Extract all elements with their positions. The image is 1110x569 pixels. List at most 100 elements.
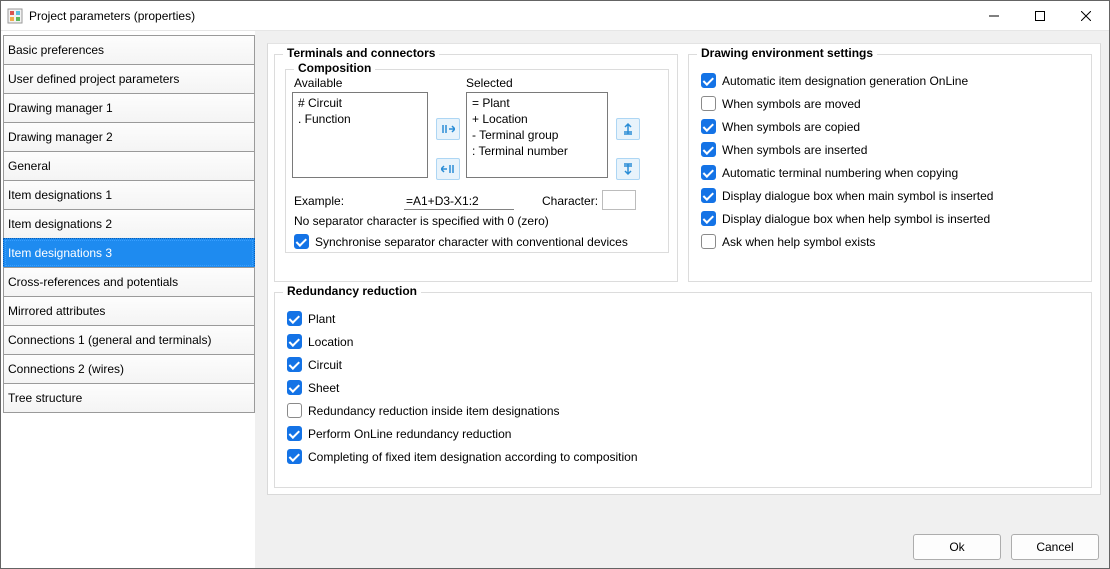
checkbox-label: When symbols are moved bbox=[722, 97, 861, 111]
checkbox-label: When symbols are inserted bbox=[722, 143, 867, 157]
checkbox-row[interactable]: Ask when help symbol exists bbox=[701, 230, 1081, 253]
checkbox[interactable] bbox=[701, 142, 716, 157]
sidebar-item[interactable]: Tree structure bbox=[3, 383, 255, 413]
sidebar-item-label: Mirrored attributes bbox=[8, 304, 105, 318]
cancel-button[interactable]: Cancel bbox=[1011, 534, 1099, 560]
example-input[interactable] bbox=[404, 192, 514, 210]
selected-listbox[interactable]: = Plant+ Location- Terminal group: Termi… bbox=[466, 92, 608, 178]
sidebar-item-label: Item designations 1 bbox=[8, 188, 112, 202]
sidebar-item[interactable]: User defined project parameters bbox=[3, 64, 255, 94]
checkbox-row[interactable]: Display dialogue box when help symbol is… bbox=[701, 207, 1081, 230]
checkbox[interactable] bbox=[287, 311, 302, 326]
checkbox[interactable] bbox=[287, 334, 302, 349]
group-terminals: Terminals and connectors Composition Ava… bbox=[274, 54, 678, 282]
sync-checkbox[interactable] bbox=[294, 234, 309, 249]
group-redundancy: Redundancy reduction PlantLocationCircui… bbox=[274, 292, 1092, 488]
checkbox[interactable] bbox=[701, 211, 716, 226]
window-title: Project parameters (properties) bbox=[29, 9, 971, 23]
sidebar-item[interactable]: Basic preferences bbox=[3, 35, 255, 65]
checkbox-row[interactable]: Location bbox=[287, 330, 1081, 353]
checkbox-row[interactable]: Redundancy reduction inside item designa… bbox=[287, 399, 1081, 422]
checkbox-row[interactable]: Plant bbox=[287, 307, 1081, 330]
sidebar-item[interactable]: Connections 2 (wires) bbox=[3, 354, 255, 384]
list-item[interactable]: + Location bbox=[469, 111, 605, 127]
main-panel: Terminals and connectors Composition Ava… bbox=[255, 31, 1109, 568]
sync-checkbox-row[interactable]: Synchronise separator character with con… bbox=[294, 230, 628, 253]
checkbox[interactable] bbox=[701, 188, 716, 203]
dialog-button-bar: Ok Cancel bbox=[913, 534, 1099, 560]
sidebar-nav: Basic preferences User defined project pa… bbox=[1, 31, 255, 568]
separator-note: No separator character is specified with… bbox=[294, 214, 549, 228]
sidebar-item-label: Drawing manager 1 bbox=[8, 101, 113, 115]
checkbox-row[interactable]: When symbols are copied bbox=[701, 115, 1081, 138]
sidebar-item[interactable]: Cross-references and potentials bbox=[3, 267, 255, 297]
move-up-button[interactable] bbox=[616, 118, 640, 140]
checkbox[interactable] bbox=[701, 119, 716, 134]
minimize-button[interactable] bbox=[971, 1, 1017, 30]
sidebar-item[interactable]: Connections 1 (general and terminals) bbox=[3, 325, 255, 355]
checkbox[interactable] bbox=[287, 426, 302, 441]
checkbox-row[interactable]: Display dialogue box when main symbol is… bbox=[701, 184, 1081, 207]
sidebar-item-label: Basic preferences bbox=[8, 43, 104, 57]
ok-button[interactable]: Ok bbox=[913, 534, 1001, 560]
group-composition: Composition Available Selected # Circuit… bbox=[285, 69, 669, 253]
sidebar-item-label: Connections 1 (general and terminals) bbox=[8, 333, 211, 347]
app-icon bbox=[7, 8, 23, 24]
sidebar-item-label: Cross-references and potentials bbox=[8, 275, 178, 289]
move-left-button[interactable] bbox=[436, 158, 460, 180]
checkbox[interactable] bbox=[701, 73, 716, 88]
checkbox[interactable] bbox=[701, 96, 716, 111]
sidebar-item[interactable]: Item designations 1 bbox=[3, 180, 255, 210]
checkbox[interactable] bbox=[701, 234, 716, 249]
checkbox-label: Completing of fixed item designation acc… bbox=[308, 450, 638, 464]
list-item[interactable]: . Function bbox=[295, 111, 425, 127]
sidebar-item[interactable]: Drawing manager 1 bbox=[3, 93, 255, 123]
sidebar-item[interactable]: Item designations 2 bbox=[3, 209, 255, 239]
checkbox[interactable] bbox=[287, 380, 302, 395]
checkbox-row[interactable]: Sheet bbox=[287, 376, 1081, 399]
checkbox-label: Perform OnLine redundancy reduction bbox=[308, 427, 511, 441]
checkbox-row[interactable]: Automatic terminal numbering when copyin… bbox=[701, 161, 1081, 184]
checkbox-label: Ask when help symbol exists bbox=[722, 235, 875, 249]
sidebar-item-label: User defined project parameters bbox=[8, 72, 179, 86]
checkbox-label: Display dialogue box when main symbol is… bbox=[722, 189, 993, 203]
checkbox-row[interactable]: Circuit bbox=[287, 353, 1081, 376]
available-label: Available bbox=[294, 76, 342, 90]
list-item[interactable]: # Circuit bbox=[295, 95, 425, 111]
maximize-button[interactable] bbox=[1017, 1, 1063, 30]
checkbox-label: Automatic item designation generation On… bbox=[722, 74, 968, 88]
checkbox[interactable] bbox=[287, 449, 302, 464]
sidebar-item-label: General bbox=[8, 159, 51, 173]
checkbox-label: Circuit bbox=[308, 358, 342, 372]
sidebar-item[interactable]: Item designations 3 bbox=[3, 238, 255, 268]
sidebar-item-label: Tree structure bbox=[8, 391, 82, 405]
checkbox[interactable] bbox=[287, 403, 302, 418]
checkbox-row[interactable]: When symbols are inserted bbox=[701, 138, 1081, 161]
sidebar-item-label: Item designations 2 bbox=[8, 217, 112, 231]
checkbox-row[interactable]: When symbols are moved bbox=[701, 92, 1081, 115]
close-button[interactable] bbox=[1063, 1, 1109, 30]
checkbox[interactable] bbox=[287, 357, 302, 372]
checkbox-label: When symbols are copied bbox=[722, 120, 860, 134]
sidebar-item-label: Drawing manager 2 bbox=[8, 130, 113, 144]
move-right-button[interactable] bbox=[436, 118, 460, 140]
move-down-button[interactable] bbox=[616, 158, 640, 180]
list-item[interactable]: : Terminal number bbox=[469, 143, 605, 159]
sidebar-item[interactable]: Mirrored attributes bbox=[3, 296, 255, 326]
group-title-drawing-env: Drawing environment settings bbox=[697, 46, 877, 60]
checkbox-label: Plant bbox=[308, 312, 335, 326]
checkbox[interactable] bbox=[701, 165, 716, 180]
character-input[interactable] bbox=[602, 190, 636, 210]
sidebar-item[interactable]: General bbox=[3, 151, 255, 181]
list-item[interactable]: = Plant bbox=[469, 95, 605, 111]
group-title-terminals: Terminals and connectors bbox=[283, 46, 439, 60]
checkbox-label: Display dialogue box when help symbol is… bbox=[722, 212, 990, 226]
sidebar-item[interactable]: Drawing manager 2 bbox=[3, 122, 255, 152]
list-item[interactable]: - Terminal group bbox=[469, 127, 605, 143]
checkbox-label: Redundancy reduction inside item designa… bbox=[308, 404, 560, 418]
selected-label: Selected bbox=[466, 76, 513, 90]
available-listbox[interactable]: # Circuit. Function bbox=[292, 92, 428, 178]
checkbox-row[interactable]: Perform OnLine redundancy reduction bbox=[287, 422, 1081, 445]
checkbox-row[interactable]: Completing of fixed item designation acc… bbox=[287, 445, 1081, 468]
checkbox-row[interactable]: Automatic item designation generation On… bbox=[701, 69, 1081, 92]
